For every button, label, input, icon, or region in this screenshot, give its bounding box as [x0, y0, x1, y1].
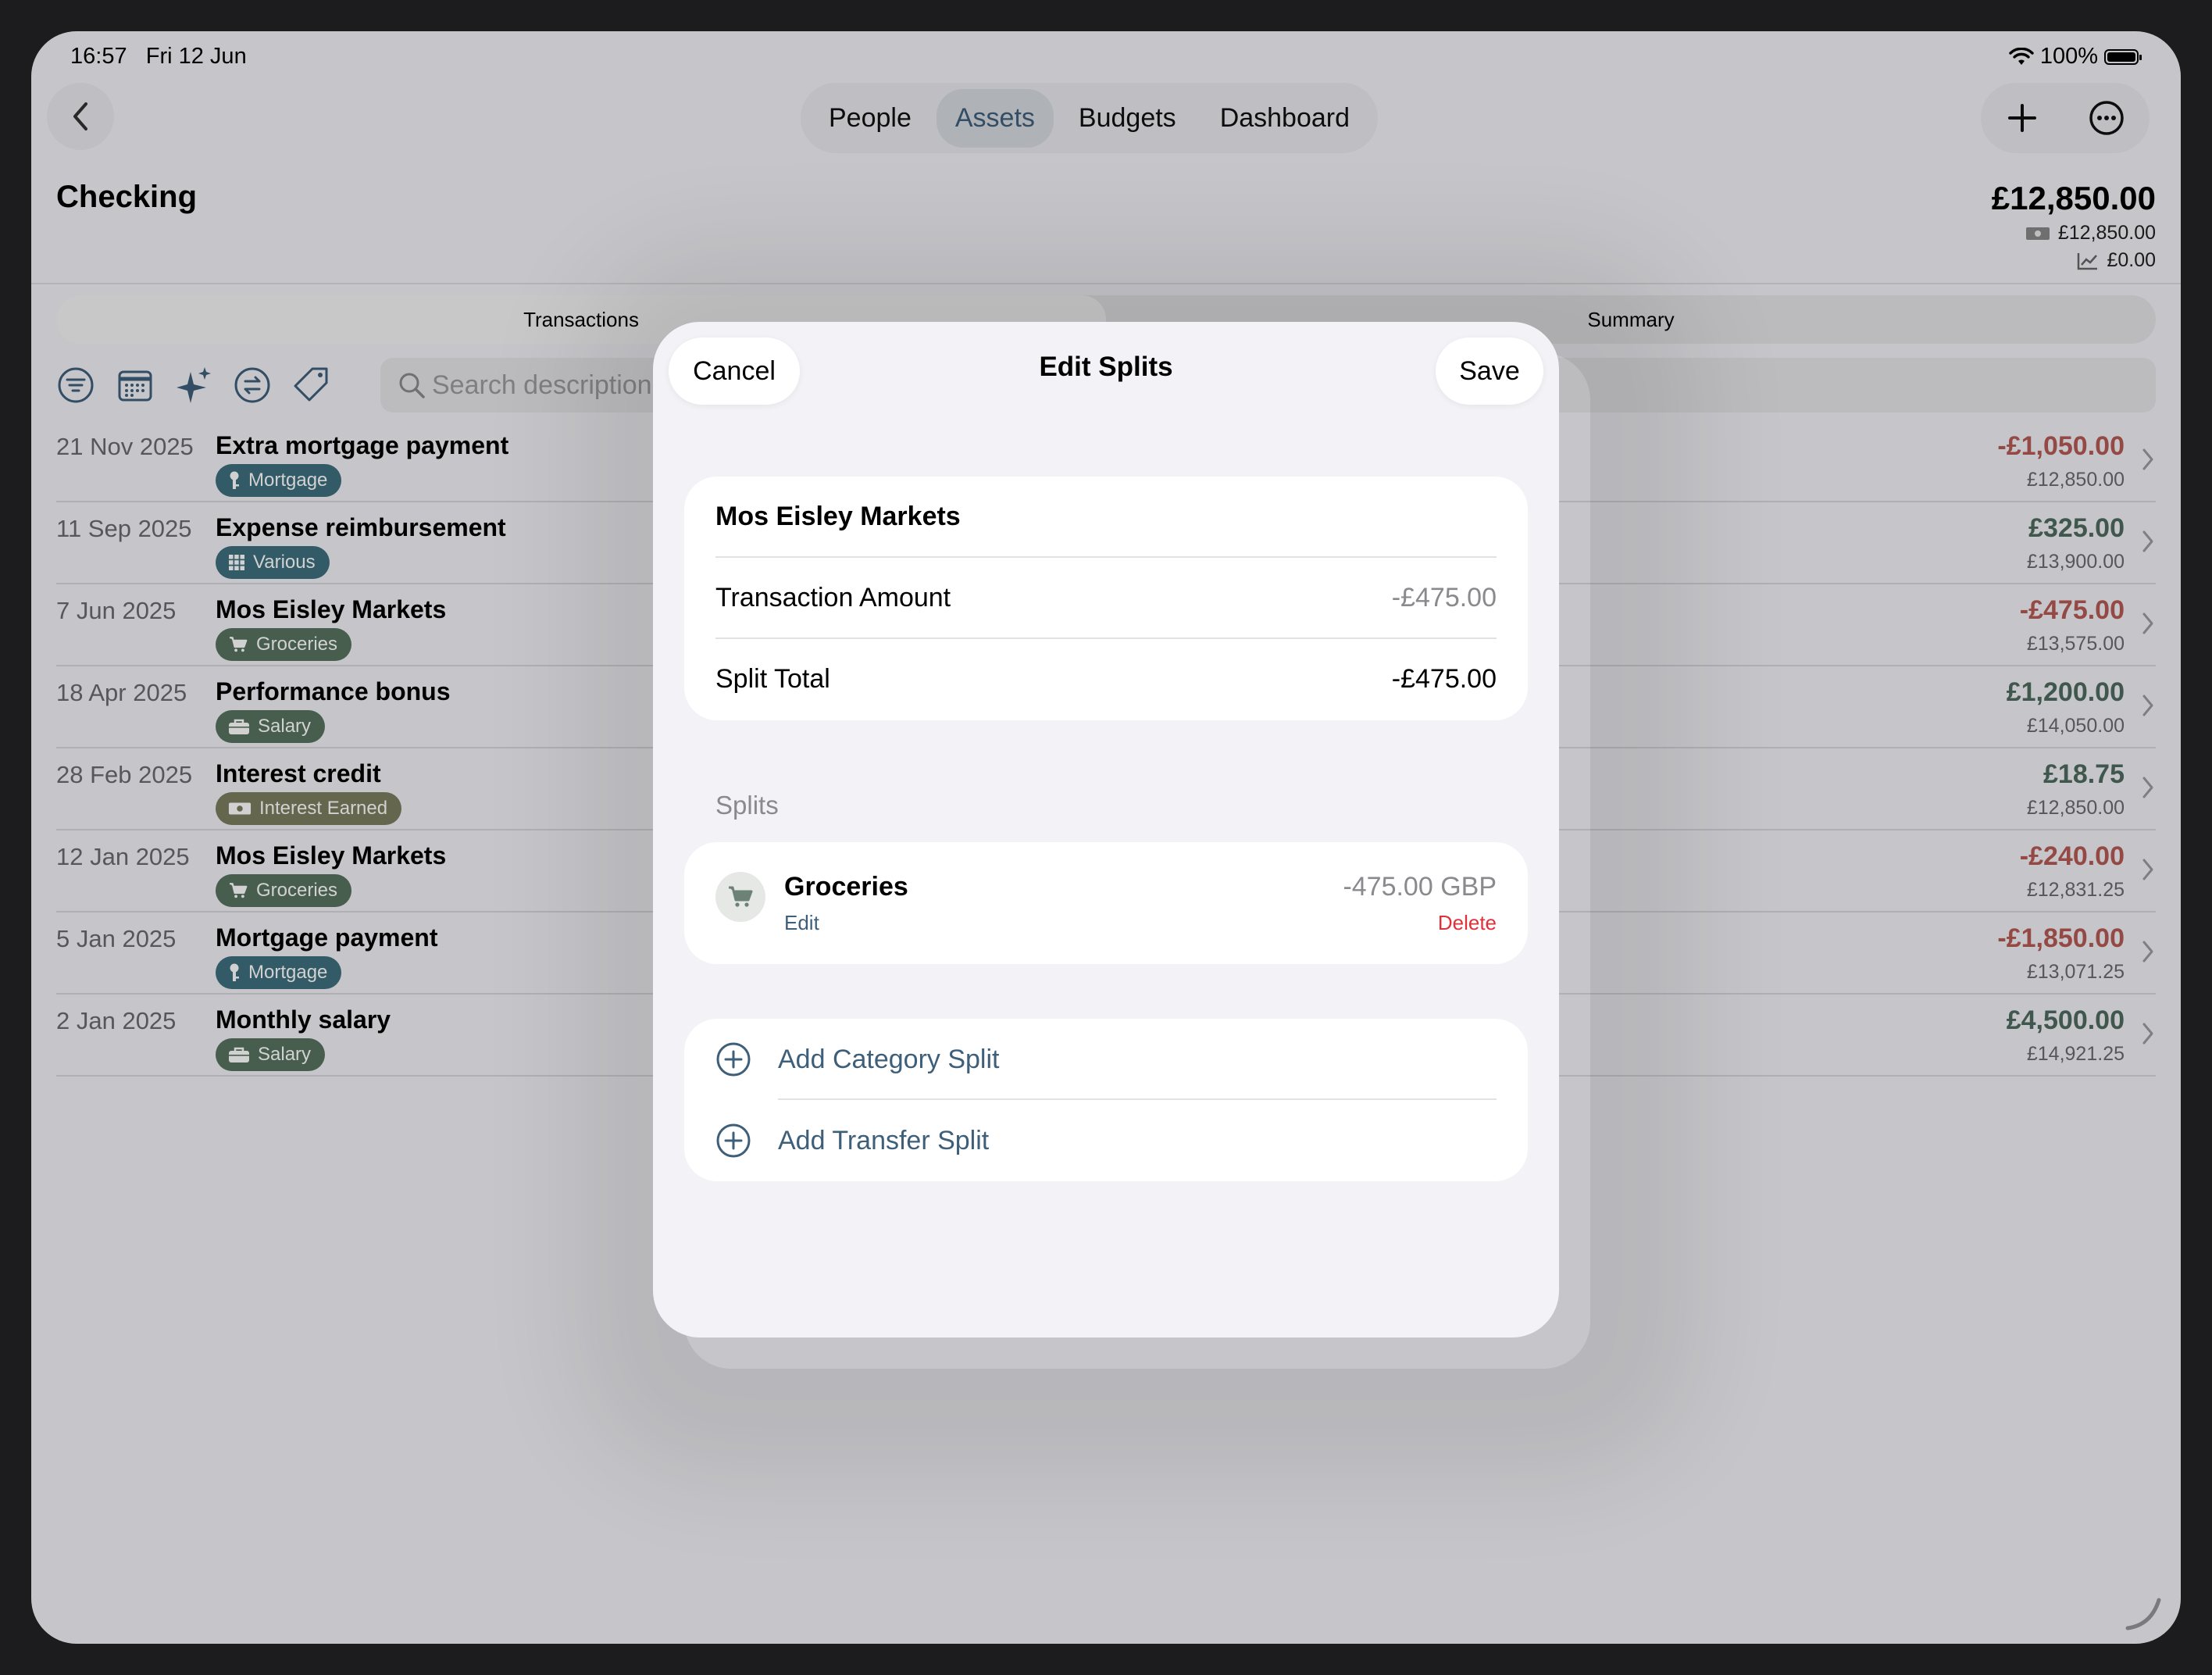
add-transfer-split-label: Add Transfer Split: [778, 1125, 990, 1155]
save-button[interactable]: Save: [1436, 338, 1543, 405]
modal-title: Edit Splits: [1039, 352, 1173, 382]
cart-icon: [729, 886, 753, 907]
split-delete-link[interactable]: Delete: [1438, 911, 1497, 935]
add-split-card: Add Category Split Add Transfer Split: [684, 1019, 1528, 1181]
splits-section-header: Splits: [715, 791, 779, 820]
transaction-amount-value: -£475.00: [1391, 583, 1497, 612]
transaction-amount-label: Transaction Amount: [715, 583, 951, 612]
edit-splits-sheet: Cancel Edit Splits Save Mos Eisley Marke…: [653, 322, 1559, 1338]
add-category-split-label: Add Category Split: [778, 1044, 1000, 1074]
plus-circle-icon: [716, 1123, 751, 1158]
split-row[interactable]: Groceries Edit -475.00 GBP Delete: [684, 842, 1528, 964]
add-transfer-split-button[interactable]: Add Transfer Split: [715, 1100, 1497, 1181]
split-amount: -475.00 GBP: [1343, 872, 1497, 902]
plus-circle-icon: [716, 1042, 751, 1077]
device-screen: 16:57 Fri 12 Jun 100% People Assets Budg…: [31, 31, 2181, 1644]
split-category-name: Groceries: [784, 872, 908, 902]
split-total-value: -£475.00: [1391, 664, 1497, 694]
transaction-summary-card: Mos Eisley Markets Transaction Amount -£…: [684, 477, 1528, 720]
split-total-label: Split Total: [715, 664, 830, 694]
split-category-icon: [715, 872, 765, 922]
payee-name: Mos Eisley Markets: [715, 502, 961, 531]
resize-handle-icon[interactable]: [2120, 1589, 2167, 1636]
add-category-split-button[interactable]: Add Category Split: [715, 1019, 1497, 1100]
split-edit-link[interactable]: Edit: [784, 911, 819, 935]
